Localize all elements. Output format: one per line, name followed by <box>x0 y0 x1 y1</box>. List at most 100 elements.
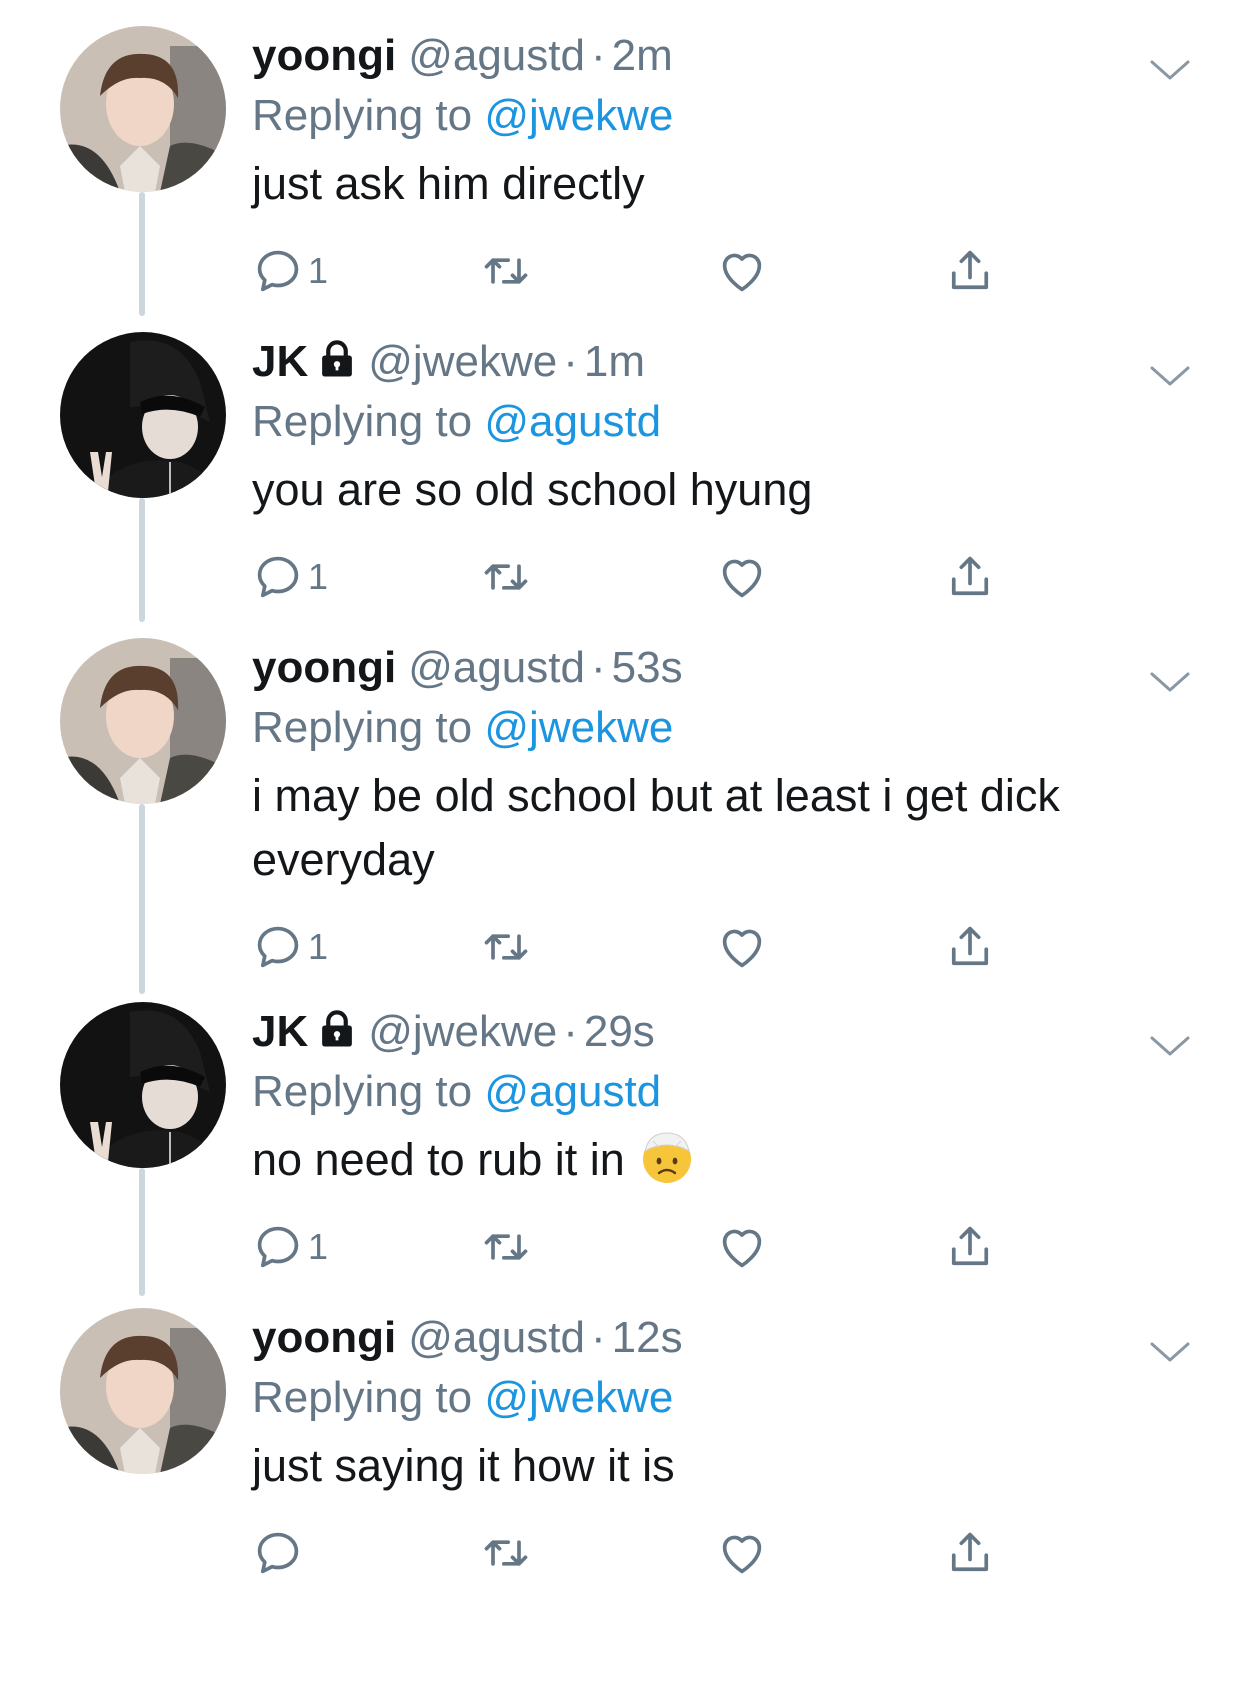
lock-icon <box>322 1010 353 1047</box>
replying-to-label: Replying to <box>252 397 473 446</box>
replying-to-label: Replying to <box>252 91 473 140</box>
avatar[interactable] <box>60 1002 226 1168</box>
tweet-actions: 1 <box>252 912 1152 982</box>
tweet-text: you are so old school hyung <box>252 464 813 515</box>
replying-to-mention[interactable]: @agustd <box>484 1067 661 1116</box>
user-handle[interactable]: @jwekwe <box>368 337 557 386</box>
reply-button[interactable]: 1 <box>252 912 328 982</box>
retweet-button[interactable] <box>480 236 532 306</box>
reply-count: 1 <box>308 926 329 967</box>
share-icon <box>951 250 989 290</box>
share-button[interactable] <box>944 1212 996 1282</box>
replying-to: Replying to @jwekwe <box>252 86 1152 146</box>
user-handle[interactable]: @agustd <box>408 31 585 80</box>
reply-button[interactable]: 1 <box>252 1212 328 1282</box>
tweet-header: yoongi @agustd · 2m <box>252 26 1152 86</box>
display-name[interactable]: JK <box>252 1007 308 1056</box>
user-handle[interactable]: @agustd <box>408 643 585 692</box>
thread-connector <box>139 1168 145 1296</box>
thread-connector <box>139 192 145 316</box>
heart-icon <box>722 929 762 968</box>
reply-icon <box>257 926 299 968</box>
tweet-content: yoongi @agustd · 2m Replying to @jwekwe jus… <box>252 26 1152 306</box>
tweet-text-container: no need to rub it in <box>252 1128 1152 1192</box>
retweet-button[interactable] <box>480 542 532 612</box>
retweet-button[interactable] <box>480 1212 532 1282</box>
tweet-text: i may be old school but at least i get d… <box>252 770 1060 885</box>
share-button[interactable] <box>944 1518 996 1588</box>
heart-icon <box>722 1229 762 1268</box>
tweet-content: yoongi @agustd · 12s Replying to @jwekwe ju… <box>252 1308 1152 1588</box>
timestamp[interactable]: 29s <box>584 1007 655 1056</box>
reply-icon <box>257 1532 299 1574</box>
replying-to-mention[interactable]: @jwekwe <box>484 91 673 140</box>
tweet-text: just ask him directly <box>252 158 645 209</box>
retweet-icon <box>484 934 528 960</box>
like-button[interactable] <box>716 912 768 982</box>
share-button[interactable] <box>944 912 996 982</box>
share-icon <box>951 556 989 596</box>
timestamp[interactable]: 53s <box>612 643 683 692</box>
reply-button[interactable]: 1 <box>252 542 328 612</box>
tweet-content: JK @jwekwe · 1m Replying to @agustd you are… <box>252 332 1152 612</box>
avatar[interactable] <box>60 638 226 804</box>
yoongi-avatar-image <box>60 1308 226 1474</box>
reply-count: 1 <box>308 1226 329 1267</box>
replying-to-label: Replying to <box>252 703 473 752</box>
chevron-down-icon[interactable] <box>1148 1338 1192 1366</box>
timestamp[interactable]: 2m <box>612 31 673 80</box>
retweet-icon <box>484 1540 528 1566</box>
jk-avatar-image <box>60 1002 226 1168</box>
chevron-down-icon[interactable] <box>1148 668 1192 696</box>
tweet[interactable]: yoongi @agustd · 2m Replying to @jwekwe jus… <box>0 26 1242 326</box>
retweet-button[interactable] <box>480 912 532 982</box>
replying-to-label: Replying to <box>252 1067 473 1116</box>
chevron-down-icon[interactable] <box>1148 56 1192 84</box>
yoongi-avatar-image <box>60 638 226 804</box>
heart-icon <box>722 559 762 598</box>
display-name[interactable]: yoongi <box>252 1313 396 1362</box>
jk-avatar-image <box>60 332 226 498</box>
tweet-content: yoongi @agustd · 53s Replying to @jwekwe i … <box>252 638 1152 982</box>
retweet-icon <box>484 1234 528 1260</box>
avatar[interactable] <box>60 332 226 498</box>
tweet-header: JK @jwekwe · 29s <box>252 1002 1152 1062</box>
avatar[interactable] <box>60 26 226 192</box>
tweet[interactable]: yoongi @agustd · 53s Replying to @jwekwe i … <box>0 638 1242 1003</box>
tweet[interactable]: JK @jwekwe · 29s Replying to @agustd no nee… <box>0 1002 1242 1302</box>
chevron-down-icon[interactable] <box>1148 362 1192 390</box>
replying-to: Replying to @agustd <box>252 392 1152 452</box>
replying-to: Replying to @agustd <box>252 1062 1152 1122</box>
share-button[interactable] <box>944 542 996 612</box>
reply-button[interactable]: 1 <box>252 236 328 306</box>
avatar[interactable] <box>60 1308 226 1474</box>
display-name[interactable]: yoongi <box>252 31 396 80</box>
replying-to-mention[interactable]: @jwekwe <box>484 1373 673 1422</box>
face-with-head-bandage-emoji-icon <box>642 1132 691 1183</box>
timestamp[interactable]: 12s <box>612 1313 683 1362</box>
reply-count: 1 <box>308 556 329 597</box>
display-name[interactable]: yoongi <box>252 643 396 692</box>
replying-to: Replying to @jwekwe <box>252 1368 1152 1428</box>
tweet-header: yoongi @agustd · 53s <box>252 638 1152 698</box>
retweet-button[interactable] <box>480 1518 532 1588</box>
tweet[interactable]: JK @jwekwe · 1m Replying to @agustd you are… <box>0 332 1242 632</box>
replying-to-mention[interactable]: @agustd <box>484 397 661 446</box>
like-button[interactable] <box>716 1518 768 1588</box>
like-button[interactable] <box>716 542 768 612</box>
reply-icon <box>257 556 299 598</box>
separator: · <box>563 1007 578 1056</box>
tweet-thread: yoongi @agustd · 2m Replying to @jwekwe jus… <box>0 0 1242 1701</box>
chevron-down-icon[interactable] <box>1148 1032 1192 1060</box>
user-handle[interactable]: @jwekwe <box>368 1007 557 1056</box>
reply-count: 1 <box>308 250 329 291</box>
display-name[interactable]: JK <box>252 337 308 386</box>
tweet[interactable]: yoongi @agustd · 12s Replying to @jwekwe ju… <box>0 1308 1242 1701</box>
share-button[interactable] <box>944 236 996 306</box>
user-handle[interactable]: @agustd <box>408 1313 585 1362</box>
timestamp[interactable]: 1m <box>584 337 645 386</box>
reply-button[interactable] <box>252 1518 308 1588</box>
like-button[interactable] <box>716 236 768 306</box>
like-button[interactable] <box>716 1212 768 1282</box>
replying-to-mention[interactable]: @jwekwe <box>484 703 673 752</box>
